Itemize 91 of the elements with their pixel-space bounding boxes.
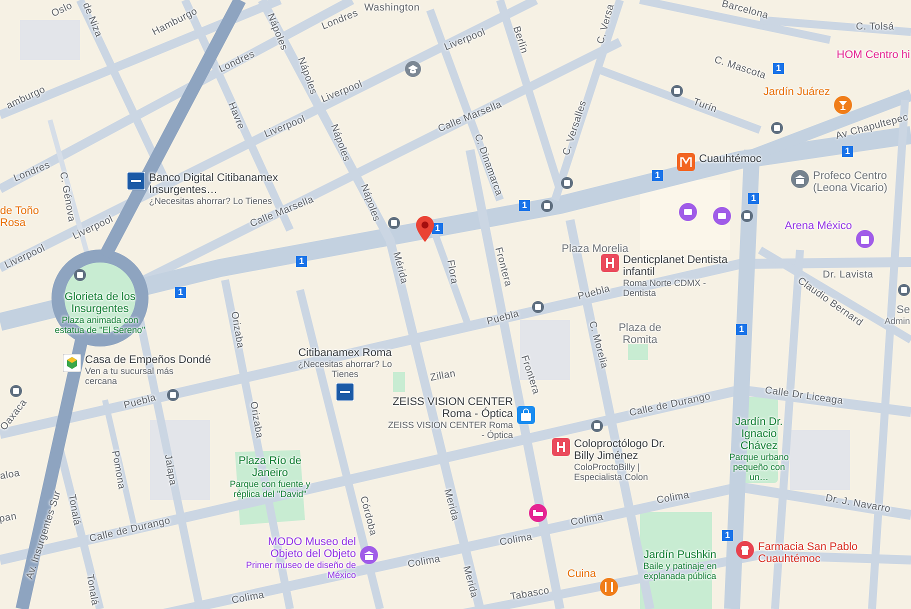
street-label: Pomona bbox=[109, 450, 127, 490]
place-description: Parque con fuente y réplica del "David" bbox=[228, 479, 312, 499]
street-label: Colima bbox=[230, 590, 266, 606]
place-name[interactable]: de Toño Rosa bbox=[0, 205, 46, 229]
street-label: Tonalá bbox=[84, 574, 100, 606]
hospital-icon[interactable] bbox=[601, 254, 619, 272]
route-badge: 1 bbox=[175, 287, 186, 298]
route-badge: 1 bbox=[296, 256, 307, 267]
route-badge: 1 bbox=[748, 193, 759, 204]
street-label: Orizaba bbox=[228, 310, 246, 350]
place-name[interactable]: Jardín Dr. Ignacio Chávez bbox=[723, 416, 795, 452]
street-label: C. Versa bbox=[595, 2, 617, 46]
place-name[interactable]: Plaza de Romita bbox=[615, 322, 665, 346]
place-description: ¿Necesitas ahorrar? Lo Tienes bbox=[149, 196, 272, 206]
street-label: Berlín bbox=[510, 25, 530, 55]
street-label: Dr. J. Navarro bbox=[824, 492, 892, 516]
place-name[interactable]: HOM Centro hi bbox=[836, 49, 910, 61]
street-label: Calle de Durango bbox=[628, 391, 712, 419]
place-description: Parque urbano pequeño con un… bbox=[728, 452, 790, 482]
street-label: Washington bbox=[364, 2, 420, 14]
graduation-cap-icon[interactable] bbox=[405, 61, 421, 77]
place-description: ColoProctoBilly | Especialista Colon bbox=[574, 462, 650, 482]
street-label: Mérida bbox=[390, 250, 410, 286]
place-description: ¿Necesitas ahorrar? Lo Tienes bbox=[296, 359, 394, 379]
place-name[interactable]: Jardín Pushkin bbox=[644, 549, 716, 561]
street-label: Tabasco bbox=[510, 585, 550, 603]
place-name[interactable]: Casa de Empeños Dondé bbox=[85, 354, 211, 366]
hospital-icon[interactable] bbox=[552, 438, 570, 456]
street-label: Orizaba bbox=[247, 400, 265, 440]
street-label: Zillan bbox=[429, 368, 457, 384]
cocktail-icon[interactable] bbox=[834, 96, 852, 114]
street-label: aloa bbox=[0, 468, 21, 482]
street-label: Frontera bbox=[492, 246, 514, 288]
route-badge: 1 bbox=[736, 324, 747, 335]
location-pin-icon[interactable] bbox=[416, 216, 434, 242]
street-label: Puebla bbox=[122, 392, 158, 412]
street-label: Puebla bbox=[486, 308, 520, 328]
street-label: Frontera bbox=[518, 354, 542, 396]
place-description: Roma Norte CDMX - Dentista bbox=[623, 278, 708, 298]
place-name[interactable]: Se bbox=[896, 304, 910, 316]
street-label: Flora bbox=[444, 259, 460, 285]
place-description: Primer museo de diseño de México bbox=[244, 560, 356, 580]
shopping-bag-icon[interactable] bbox=[517, 406, 535, 424]
metro-icon[interactable] bbox=[677, 153, 695, 171]
place-name[interactable]: Profeco Centro (Leona Vicario) bbox=[813, 170, 911, 194]
place-name[interactable]: Cuauhtémoc bbox=[699, 153, 762, 165]
cube-icon[interactable] bbox=[63, 354, 81, 372]
street-label: Colima bbox=[498, 532, 534, 548]
route-badge: 1 bbox=[722, 530, 733, 541]
street-label: Merida bbox=[442, 488, 460, 522]
place-name[interactable]: Plaza Morelia bbox=[562, 243, 628, 255]
place-name[interactable]: Glorieta de los Insurgentes bbox=[52, 291, 148, 315]
place-name[interactable]: Denticplanet Dentista infantil bbox=[623, 254, 733, 278]
street-label: Jalapa bbox=[162, 454, 178, 486]
place-description: Ven a tu sucursal más cercana bbox=[85, 366, 175, 386]
route-badge: 1 bbox=[773, 63, 784, 74]
route-badge: 1 bbox=[842, 146, 853, 157]
place-description: ZEISS VISION CENTER Roma - Óptica bbox=[386, 420, 513, 440]
place-name[interactable]: Plaza Río de Janeiro bbox=[227, 455, 313, 479]
street-label: Tonalá bbox=[66, 494, 82, 526]
route-badge: 1 bbox=[652, 170, 663, 181]
street-label: C. Génova bbox=[57, 171, 77, 223]
street-label: Dr. Lavista bbox=[822, 270, 874, 280]
place-description: Admin bbox=[884, 316, 910, 326]
street-label: Oslo bbox=[50, 0, 74, 20]
street-label: C. Morelia bbox=[586, 320, 610, 370]
museum-icon[interactable] bbox=[360, 546, 378, 564]
place-name[interactable]: Banco Digital Citibanamex Insurgentes… bbox=[149, 172, 284, 196]
street-label: Merida bbox=[460, 564, 480, 600]
building-icon[interactable] bbox=[791, 170, 809, 188]
place-name[interactable]: Jardín Juárez bbox=[763, 86, 830, 98]
place-name[interactable]: Citibanamex Roma bbox=[298, 347, 392, 359]
street-label: Puebla bbox=[576, 283, 612, 303]
street-label: Colima bbox=[656, 490, 690, 506]
street-label: Colima bbox=[570, 512, 604, 528]
place-name[interactable]: Coloproctólogo Dr. Billy Jiménez bbox=[574, 438, 684, 462]
street-label: Colima bbox=[406, 554, 442, 570]
street-label: Calle Dr Liceaga bbox=[764, 385, 844, 407]
street-label: C. Tolsá bbox=[856, 22, 894, 32]
place-name[interactable]: MODO Museo del Objeto del Objeto bbox=[244, 536, 356, 560]
street-label: Havre bbox=[226, 100, 246, 132]
place-name[interactable]: Arena México bbox=[784, 220, 852, 232]
place-name[interactable]: Cuina bbox=[567, 568, 596, 580]
street-label: Turín bbox=[692, 96, 718, 116]
route-badge: 1 bbox=[519, 200, 530, 211]
place-name[interactable]: ZEISS VISION CENTER Roma - Óptica bbox=[383, 396, 513, 420]
street-label: de Niza bbox=[80, 1, 104, 39]
place-description: Baile y patinaje en explanada pública bbox=[642, 561, 718, 581]
street-label: Calle de Durango bbox=[88, 515, 172, 545]
street-label: Córdoba bbox=[357, 495, 379, 537]
place-name[interactable]: Farmacia San Pablo Cuauhtémoc bbox=[758, 541, 868, 565]
